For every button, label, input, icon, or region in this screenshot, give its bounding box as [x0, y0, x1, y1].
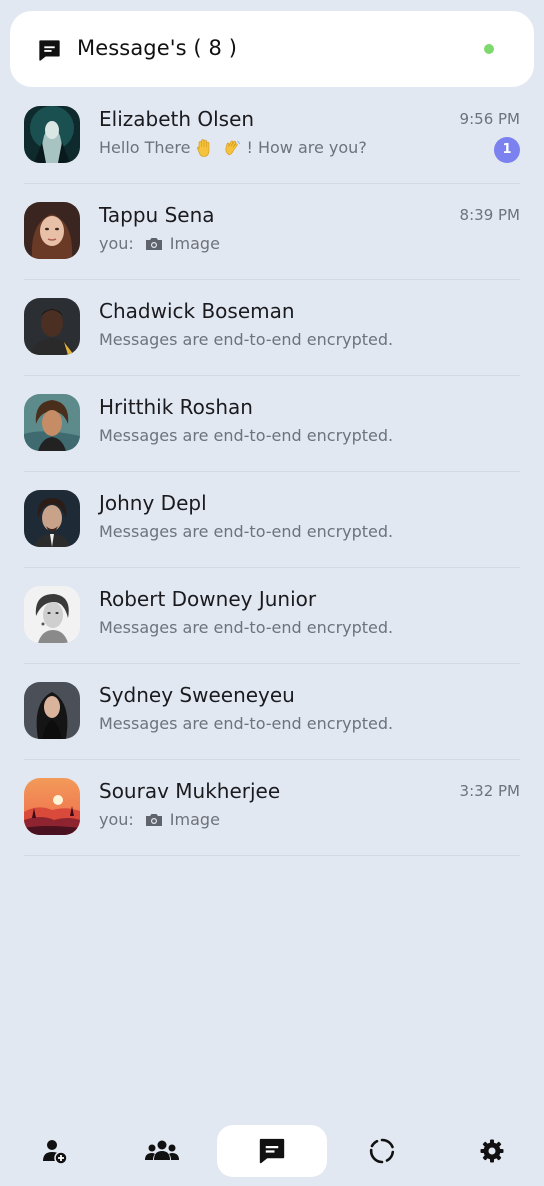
status-icon [369, 1138, 395, 1164]
message-preview: Messages are end-to-end encrypted. [99, 618, 394, 637]
chat-row[interactable]: Sydney Sweeneyeu Messages are end-to-end… [24, 664, 520, 760]
chat-row[interactable]: Tappu Sena you: Image 8:39 PM [24, 184, 520, 280]
chat-row[interactable]: Hritthik Roshan Messages are end-to-end … [24, 376, 520, 472]
contact-name: Chadwick Boseman [99, 299, 295, 323]
nav-settings[interactable] [437, 1125, 544, 1177]
waving-hand-emoji-icon [225, 140, 241, 156]
message-preview: you: Image [99, 232, 220, 256]
contact-name: Robert Downey Junior [99, 587, 317, 611]
avatar [24, 202, 80, 259]
online-status-dot [484, 44, 494, 54]
contact-name: Sydney Sweeneyeu [99, 683, 295, 707]
app-header: Message's ( 8 ) [10, 11, 534, 87]
message-time: 3:32 PM [459, 782, 520, 800]
message-preview: Hello There ! How are you? [99, 136, 367, 160]
contact-name: Elizabeth Olsen [99, 107, 255, 131]
preview-text: ! How are you? [246, 138, 367, 157]
avatar [24, 586, 80, 643]
avatar [24, 778, 80, 835]
raised-hand-emoji-icon [197, 139, 210, 157]
contact-name: Johny Depl [99, 491, 207, 515]
unread-badge: 1 [494, 137, 520, 163]
preview-prefix: you: [99, 810, 134, 829]
chat-list: Elizabeth Olsen Hello There ! How are yo… [0, 88, 544, 856]
groups-icon [145, 1140, 179, 1160]
page-title: Message's ( 8 ) [77, 36, 238, 60]
bottom-navigation [0, 1125, 544, 1177]
media-label: Image [169, 234, 220, 253]
message-time: 9:56 PM [459, 110, 520, 128]
add-user-icon [43, 1140, 68, 1165]
contact-name: Hritthik Roshan [99, 395, 253, 419]
message-time: 8:39 PM [459, 206, 520, 224]
camera-icon [145, 814, 162, 826]
message-preview: Messages are end-to-end encrypted. [99, 426, 394, 445]
media-label: Image [169, 810, 220, 829]
chat-icon [259, 1138, 285, 1164]
nav-status[interactable] [327, 1125, 437, 1177]
preview-text: Hello There [99, 138, 191, 157]
preview-prefix: you: [99, 234, 134, 253]
chat-row[interactable]: Chadwick Boseman Messages are end-to-end… [24, 280, 520, 376]
avatar [24, 298, 80, 355]
avatar [24, 106, 80, 163]
chat-row[interactable]: Robert Downey Junior Messages are end-to… [24, 568, 520, 664]
nav-chats[interactable] [217, 1125, 327, 1177]
camera-icon [145, 238, 162, 250]
chat-icon [39, 40, 60, 61]
chat-row[interactable]: Sourav Mukherjee you: Image 3:32 PM [24, 760, 520, 856]
chat-row[interactable]: Johny Depl Messages are end-to-end encry… [24, 472, 520, 568]
chat-row[interactable]: Elizabeth Olsen Hello There ! How are yo… [24, 88, 520, 184]
message-preview: Messages are end-to-end encrypted. [99, 714, 394, 733]
settings-icon [480, 1139, 504, 1163]
avatar [24, 682, 80, 739]
message-preview: you: Image [99, 808, 220, 832]
contact-name: Sourav Mukherjee [99, 779, 281, 803]
message-preview: Messages are end-to-end encrypted. [99, 330, 394, 349]
avatar [24, 490, 80, 547]
contact-name: Tappu Sena [99, 203, 215, 227]
nav-add-user[interactable] [0, 1125, 110, 1177]
avatar [24, 394, 80, 451]
nav-groups[interactable] [107, 1125, 217, 1177]
message-preview: Messages are end-to-end encrypted. [99, 522, 394, 541]
